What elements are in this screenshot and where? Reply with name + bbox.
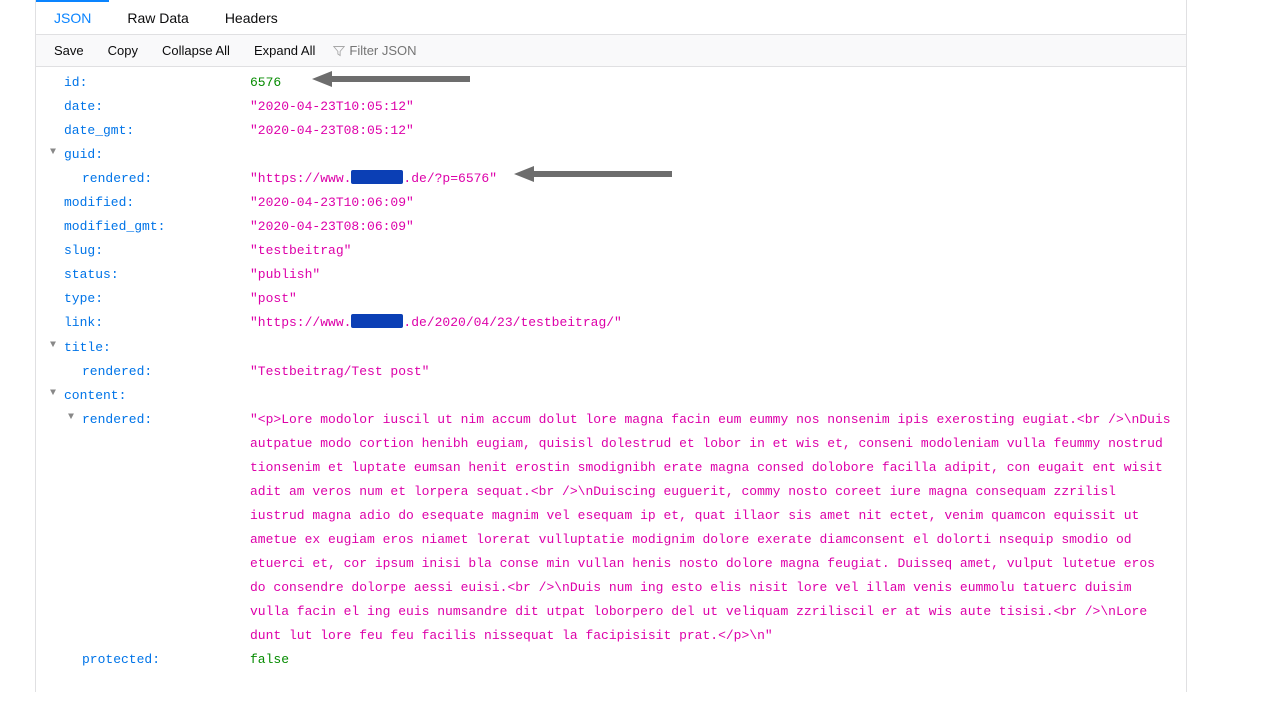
- redacted-domain: [351, 314, 403, 328]
- json-viewer-panel: JSON Raw Data Headers Save Copy Collapse…: [35, 0, 1187, 692]
- json-key: rendered: [82, 408, 152, 432]
- json-row-status[interactable]: status "publish": [36, 263, 1186, 287]
- filter-wrap: [333, 43, 489, 58]
- json-row-link[interactable]: link "https://www..de/2020/04/23/testbei…: [36, 311, 1186, 335]
- tab-headers[interactable]: Headers: [207, 0, 296, 34]
- json-row-guid-rendered[interactable]: rendered "https://www..de/?p=6576": [36, 167, 1186, 191]
- filter-icon: [333, 45, 345, 57]
- filter-input[interactable]: [349, 43, 489, 58]
- json-row-modified-gmt[interactable]: modified_gmt "2020-04-23T08:06:09": [36, 215, 1186, 239]
- viewer-tabs: JSON Raw Data Headers: [36, 0, 1186, 35]
- json-value-string: "2020-04-23T08:05:12": [250, 123, 414, 138]
- json-row-content-rendered[interactable]: ▼rendered "<p>Lore modolor iuscil ut nim…: [36, 408, 1186, 648]
- json-key: date_gmt: [64, 119, 134, 143]
- json-value-string: "https://www..de/?p=6576": [250, 171, 497, 186]
- tab-raw-data[interactable]: Raw Data: [109, 0, 206, 34]
- json-tree: id 6576 date "2020-04-23T10:05:12" date_…: [36, 67, 1186, 692]
- json-key: guid: [64, 143, 103, 167]
- redacted-domain: [351, 170, 403, 184]
- json-key: modified_gmt: [64, 215, 165, 239]
- json-key: status: [64, 263, 119, 287]
- viewer-toolbar: Save Copy Collapse All Expand All: [36, 35, 1186, 67]
- collapse-toggle-icon[interactable]: ▼: [50, 385, 62, 404]
- json-key: id: [64, 71, 87, 95]
- collapse-all-button[interactable]: Collapse All: [152, 39, 240, 62]
- json-key: type: [64, 287, 103, 311]
- json-key: date: [64, 95, 103, 119]
- copy-button[interactable]: Copy: [98, 39, 148, 62]
- json-row-content[interactable]: ▼content: [36, 384, 1186, 408]
- json-row-title-rendered[interactable]: rendered "Testbeitrag/Test post": [36, 360, 1186, 384]
- json-value-string: "Testbeitrag/Test post": [250, 364, 429, 379]
- json-value-string: "2020-04-23T10:05:12": [250, 99, 414, 114]
- json-key: title: [64, 336, 111, 360]
- collapse-toggle-icon[interactable]: ▼: [50, 144, 62, 163]
- json-row-date[interactable]: date "2020-04-23T10:05:12": [36, 95, 1186, 119]
- json-value-string: "post": [250, 291, 297, 306]
- save-button[interactable]: Save: [44, 39, 94, 62]
- json-value-string: "testbeitrag": [250, 243, 351, 258]
- json-key: protected: [82, 648, 160, 672]
- json-value-string: "2020-04-23T08:06:09": [250, 219, 414, 234]
- expand-all-button[interactable]: Expand All: [244, 39, 325, 62]
- json-key: rendered: [82, 167, 152, 191]
- json-value-string: "publish": [250, 267, 320, 282]
- json-row-slug[interactable]: slug "testbeitrag": [36, 239, 1186, 263]
- json-row-type[interactable]: type "post": [36, 287, 1186, 311]
- json-row-id[interactable]: id 6576: [36, 71, 1186, 95]
- collapse-toggle-icon[interactable]: ▼: [50, 337, 62, 356]
- json-row-modified[interactable]: modified "2020-04-23T10:06:09": [36, 191, 1186, 215]
- json-key: link: [64, 311, 103, 335]
- json-row-date-gmt[interactable]: date_gmt "2020-04-23T08:05:12": [36, 119, 1186, 143]
- json-value-boolean: false: [250, 652, 289, 667]
- json-row-content-protected[interactable]: protected false: [36, 648, 1186, 672]
- json-key: modified: [64, 191, 134, 215]
- tab-json[interactable]: JSON: [36, 0, 109, 34]
- json-key: rendered: [82, 360, 152, 384]
- json-key: content: [64, 384, 126, 408]
- json-value-string: "https://www..de/2020/04/23/testbeitrag/…: [250, 315, 622, 330]
- json-value-number: 6576: [250, 75, 281, 90]
- json-value-string: "2020-04-23T10:06:09": [250, 195, 414, 210]
- json-key: slug: [64, 239, 103, 263]
- json-value-string: "<p>Lore modolor iuscil ut nim accum dol…: [250, 412, 1178, 643]
- collapse-toggle-icon[interactable]: ▼: [68, 409, 80, 428]
- json-row-guid[interactable]: ▼guid: [36, 143, 1186, 167]
- json-row-title[interactable]: ▼title: [36, 336, 1186, 360]
